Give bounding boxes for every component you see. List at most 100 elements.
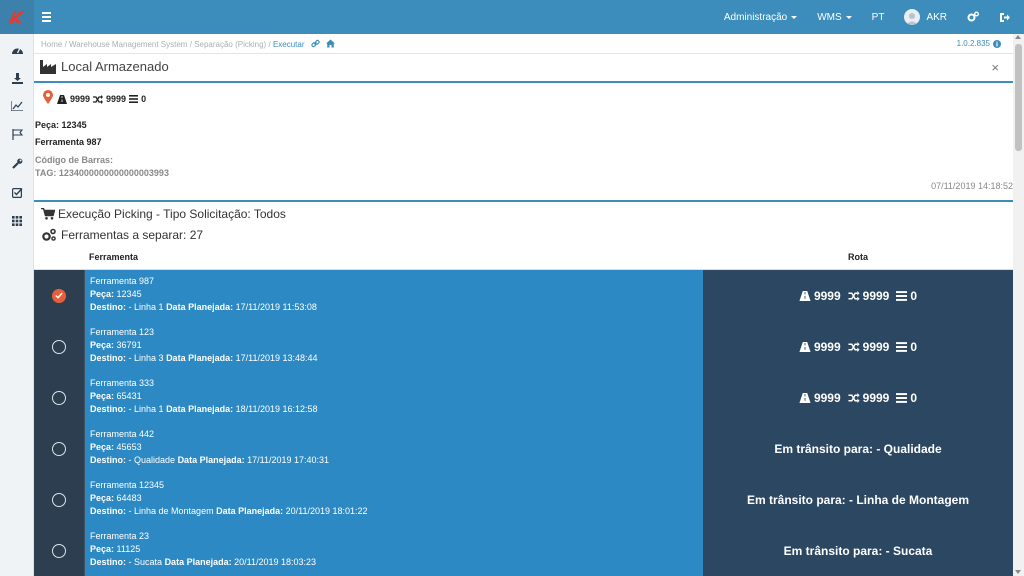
data-planejada-value: 17/11/2019 13:48:44 [235, 353, 318, 363]
menu-administracao[interactable]: Administração [714, 0, 807, 34]
row-tool-cell[interactable]: Ferramenta 987 Peça: 12345 Destino: - Linh… [85, 270, 703, 321]
row-tool-cell[interactable]: Ferramenta 12345 Peça: 64483 Destino: - Li… [85, 474, 703, 525]
peca-label: Peça: [90, 442, 115, 452]
sidebar-item-reports[interactable] [10, 99, 24, 113]
data-planejada-label: Data Planejada: [216, 506, 284, 516]
destino-value: - Linha 1 [128, 404, 164, 414]
user-menu[interactable]: AKR [894, 0, 957, 34]
tool-peca: Peça: 64483 [90, 492, 698, 505]
picking-table: Ferramenta Rota Ferramenta 987 Peça: 1234… [34, 245, 1013, 576]
sidebar-item-dashboard[interactable] [10, 43, 24, 57]
row-route-cell: 9999 9999 0 [703, 321, 1013, 372]
scroll-thumb[interactable] [1015, 44, 1022, 151]
menu-language[interactable]: PT [862, 0, 895, 34]
row-radio[interactable] [52, 492, 66, 507]
sidebar-item-tasks[interactable] [10, 185, 24, 199]
home-icon[interactable] [325, 39, 335, 48]
download-icon [11, 72, 23, 84]
destino-value: - Qualidade [128, 455, 176, 465]
destino-label: Destino: [90, 455, 126, 465]
destino-label: Destino: [90, 302, 126, 312]
row-checked-radio[interactable] [52, 288, 66, 303]
table-row[interactable]: Ferramenta 987 Peça: 12345 Destino: - Linh… [34, 270, 1013, 321]
user-avatar-icon [906, 13, 919, 25]
scrollbar[interactable] [1013, 34, 1024, 576]
data-planejada-label: Data Planejada: [166, 404, 234, 414]
logout-button[interactable] [989, 0, 1024, 34]
table-row[interactable]: Ferramenta 12345 Peça: 64483 Destino: - Li… [34, 474, 1013, 525]
destino-label: Destino: [90, 557, 126, 567]
row-route-cell: Em trânsito para: - Sucata [703, 525, 1013, 576]
peca-label: Peça: [90, 493, 115, 503]
row-radio[interactable] [52, 390, 66, 405]
row-tool-cell[interactable]: Ferramenta 442 Peça: 45653 Destino: - Qual… [85, 423, 703, 474]
row-tool-cell[interactable]: Ferramenta 123 Peça: 36791 Destino: - Linh… [85, 321, 703, 372]
breadcrumb: Home / Warehouse Management System / Sep… [41, 39, 335, 49]
route-metrics: 9999 9999 0 [799, 340, 917, 354]
breadcrumb-home[interactable]: Home [41, 40, 62, 49]
table-row[interactable]: Ferramenta 333 Peça: 65431 Destino: - Linh… [34, 372, 1013, 423]
breadcrumb-wms[interactable]: Warehouse Management System [69, 40, 187, 49]
column-header-ferramenta[interactable]: Ferramenta [89, 252, 138, 262]
row-tool-cell[interactable]: Ferramenta 333 Peça: 65431 Destino: - Linh… [85, 372, 703, 423]
chevron-down-icon [791, 15, 798, 19]
sidebar-item-flag[interactable] [10, 127, 24, 141]
shuffle-icon [93, 94, 104, 104]
route-metrics: 9999 9999 0 [799, 289, 917, 303]
destino-value: - Linha de Montagem [128, 506, 214, 516]
location-road-value: 9999 [70, 94, 91, 104]
row-select-cell[interactable] [34, 321, 85, 372]
road-icon [799, 392, 811, 403]
row-select-cell[interactable] [34, 423, 85, 474]
row-select-cell[interactable] [34, 525, 85, 576]
peca-label: Peça: [90, 391, 115, 401]
route-transit-text: Em trânsito para: - Qualidade [774, 441, 942, 456]
data-planejada-value: 17/11/2019 17:40:31 [247, 455, 330, 465]
route-road-value: 9999 [813, 288, 841, 303]
data-planejada-value: 20/11/2019 18:03:23 [234, 557, 317, 567]
scroll-down-arrow-icon[interactable] [1015, 570, 1021, 574]
wrench-icon [11, 158, 22, 169]
column-header-rota[interactable]: Rota [848, 252, 868, 262]
avatar [904, 9, 921, 25]
row-radio[interactable] [52, 441, 66, 456]
data-planejada-label: Data Planejada: [177, 455, 245, 465]
row-select-cell[interactable] [34, 270, 85, 321]
table-row[interactable]: Ferramenta 123 Peça: 36791 Destino: - Linh… [34, 321, 1013, 372]
info-icon[interactable] [993, 39, 1001, 48]
breadcrumb-separator: / [189, 40, 192, 49]
shuffle-icon [848, 392, 860, 403]
breadcrumb-separator: / [64, 40, 67, 49]
sidebar-item-apps[interactable] [10, 214, 24, 228]
route-shuffle-value: 9999 [862, 390, 890, 405]
scroll-up-arrow-icon[interactable] [1015, 35, 1021, 39]
table-row[interactable]: Ferramenta 442 Peça: 45653 Destino: - Qual… [34, 423, 1013, 474]
close-button[interactable]: × [991, 60, 999, 75]
link-icon[interactable] [311, 39, 320, 48]
tool-name: Ferramenta 987 [90, 276, 155, 286]
menu-wms[interactable]: WMS [807, 0, 861, 34]
location-summary: 9999 9999 0 [43, 90, 147, 104]
row-select-cell[interactable] [34, 372, 85, 423]
row-tool-cell[interactable]: Ferramenta 23 Peça: 11125 Destino: - Sucat… [85, 525, 703, 576]
breadcrumb-separator: / [268, 40, 271, 49]
row-radio[interactable] [52, 339, 66, 354]
breadcrumb-picking[interactable]: Separação (Picking) [194, 40, 266, 49]
row-select-cell[interactable] [34, 474, 85, 525]
tool-peca: Peça: 45653 [90, 441, 698, 454]
location-level-value: 0 [141, 94, 147, 104]
sidebar-item-tools[interactable] [10, 156, 24, 170]
table-row[interactable]: Ferramenta 23 Peça: 11125 Destino: - Sucat… [34, 525, 1013, 576]
logout-icon [1000, 12, 1010, 22]
hamburger-menu-icon[interactable] [42, 10, 52, 24]
destino-value: - Sucata [128, 557, 163, 567]
sidebar-item-download[interactable] [10, 71, 24, 85]
route-level-value: 0 [910, 339, 918, 354]
peca-label: Peça: [35, 120, 60, 130]
row-radio[interactable] [52, 543, 66, 558]
bars-icon [896, 341, 908, 352]
route-level-value: 0 [910, 288, 918, 303]
settings-button[interactable] [957, 0, 989, 34]
version-label: 1.0.2.835 [956, 39, 990, 48]
brand-logo[interactable] [0, 0, 34, 34]
